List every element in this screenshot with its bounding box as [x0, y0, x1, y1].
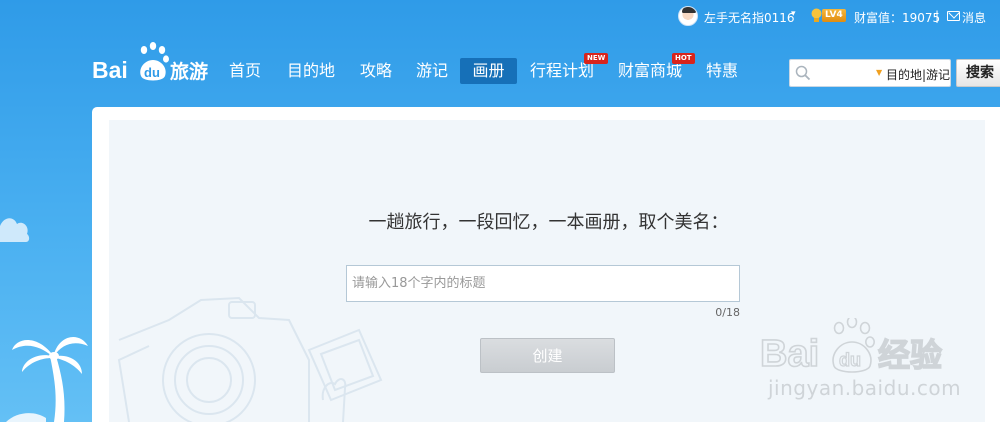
chevron-down-icon[interactable]: ▾ — [791, 9, 796, 19]
search-scope-select[interactable]: 目的地|游记 — [886, 66, 950, 83]
baidu-travel-logo[interactable]: Bai du 旅游 — [92, 42, 214, 84]
top-bar: 左手无名指0116 ▾ LV4 财富值：19075 | 消息 — [0, 0, 1000, 34]
search-box: ▼ 目的地|游记 — [789, 59, 951, 87]
nav-item-albums[interactable]: 画册 — [460, 58, 517, 84]
baidu-jingyan-watermark: Bai du 经验 — [760, 318, 943, 374]
messages-link[interactable]: 消息 — [962, 9, 986, 26]
album-title-prompt: 一趟旅行，一段回忆，一本画册，取个美名： — [368, 212, 729, 233]
avatar[interactable] — [678, 6, 698, 26]
nav-item-destination[interactable]: 目的地 — [284, 58, 338, 84]
hot-badge: HOT — [672, 53, 695, 64]
svg-text:经验: 经验 — [878, 336, 942, 374]
svg-text:du: du — [144, 65, 160, 80]
svg-text:Bai: Bai — [92, 57, 128, 83]
album-title-input[interactable] — [346, 265, 740, 302]
create-button[interactable]: 创建 — [480, 338, 615, 373]
new-badge: NEW — [584, 53, 609, 64]
scope-caret-icon[interactable]: ▼ — [876, 68, 882, 77]
search-input[interactable] — [814, 63, 870, 83]
svg-text:旅游: 旅游 — [170, 60, 208, 83]
nav-item-home[interactable]: 首页 — [226, 58, 264, 84]
palm-tree-decoration — [6, 336, 88, 422]
username-link[interactable]: 左手无名指0116 — [704, 9, 795, 26]
search-button[interactable]: 搜索 — [956, 59, 1000, 87]
nav-item-guides[interactable]: 攻略 — [357, 58, 395, 84]
character-counter: 0/18 — [715, 306, 740, 319]
mail-icon[interactable] — [947, 11, 960, 21]
divider: | — [935, 9, 940, 23]
watermark-url: jingyan.baidu.com — [768, 376, 962, 400]
nav-item-deals[interactable]: 特惠 — [703, 58, 741, 84]
wealth-value[interactable]: 财富值：19075 — [854, 9, 940, 26]
search-icon — [795, 65, 811, 81]
level-badge: LV4 — [822, 9, 846, 22]
svg-text:du: du — [839, 350, 861, 370]
nav-item-travelogues[interactable]: 游记 — [413, 58, 451, 84]
svg-text:Bai: Bai — [760, 333, 819, 374]
